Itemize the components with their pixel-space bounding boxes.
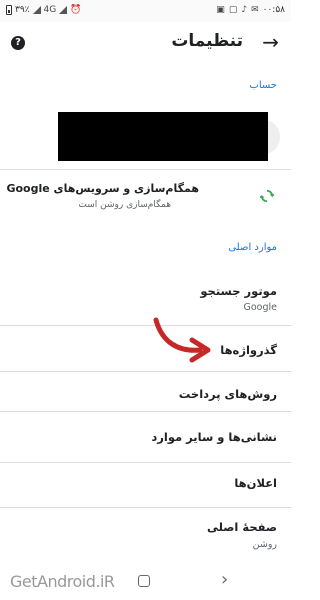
arrow-right-icon[interactable]: → (262, 30, 279, 54)
annotation-arrow-icon (153, 317, 211, 363)
battery-percent: ۳۹٪ (15, 5, 30, 15)
section-header-basics: موارد اصلی (228, 242, 277, 253)
homepage-value: روشن (252, 539, 277, 550)
photo-notification-icon: ▣ (216, 5, 225, 15)
signal-icon-2 (59, 6, 68, 14)
payment-methods-item[interactable]: روش‌های پرداخت (0, 372, 291, 410)
divider (0, 169, 291, 170)
status-right: ▣ ▢ ♪ ✉ ۰۰:۵۸ (216, 5, 285, 15)
mail-icon: ✉ (251, 5, 259, 15)
battery-icon (6, 5, 12, 15)
homepage-title: صفحهٔ اصلی (206, 520, 277, 534)
page-title: تنظیمات (171, 31, 243, 51)
search-engine-value: Google (243, 302, 277, 313)
music-icon: ♪ (241, 5, 248, 15)
alarm-icon: ⏰ (70, 5, 82, 15)
sync-icon (260, 189, 274, 203)
passwords-title: گذرواژه‌ها (220, 343, 277, 357)
clock: ۰۰:۵۸ (262, 5, 285, 15)
home-button-icon[interactable] (138, 575, 150, 587)
watermark-text: GetAndroid.iR (10, 572, 115, 591)
notifications-title: اعلان‌ها (234, 476, 277, 490)
account-card-redacted[interactable] (58, 112, 268, 161)
addresses-title: نشانی‌ها و سایر موارد (151, 430, 277, 444)
notification-icon: ▢ (228, 5, 238, 15)
sync-subtitle: همگام‌سازی روشن است (78, 200, 171, 210)
sync-row[interactable]: همگام‌سازی و سرویس‌های Google همگام‌سازی… (0, 172, 291, 220)
passwords-item[interactable]: گذرواژه‌ها (0, 326, 291, 371)
status-left: ۳۹٪ 4G ⏰ (6, 5, 81, 15)
search-engine-title: موتور جستجو (200, 284, 277, 298)
payment-methods-title: روش‌های پرداخت (178, 387, 277, 401)
signal-icon (32, 6, 41, 14)
system-nav-bar: GetAndroid.iR › (0, 564, 291, 600)
notifications-item[interactable]: اعلان‌ها (0, 463, 291, 506)
back-chevron-icon[interactable]: › (221, 569, 228, 590)
network-type: 4G (43, 5, 57, 15)
addresses-item[interactable]: نشانی‌ها و سایر موارد (0, 412, 291, 462)
search-engine-item[interactable]: موتور جستجو Google (0, 272, 291, 322)
sync-title: همگام‌سازی و سرویس‌های Google (6, 182, 199, 195)
status-bar: ۳۹٪ 4G ⏰ ▣ ▢ ♪ ✉ ۰۰:۵۸ (0, 0, 291, 22)
homepage-item[interactable]: صفحهٔ اصلی روشن (0, 508, 291, 558)
help-icon[interactable]: ? (11, 36, 25, 50)
app-bar: → تنظیمات ? (0, 22, 291, 64)
section-header-account: حساب (249, 80, 277, 91)
